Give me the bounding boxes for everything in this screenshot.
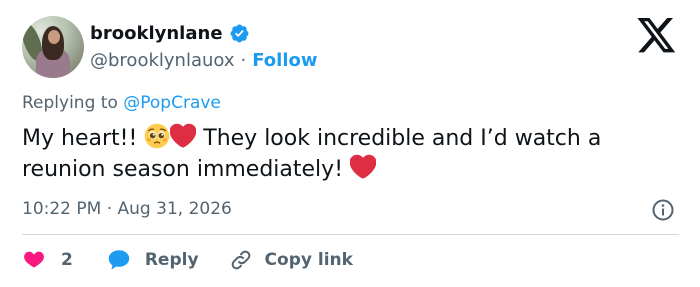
- reply-label: Reply: [144, 250, 199, 270]
- action-bar: 2 Reply Copy link: [22, 246, 353, 274]
- divider: [22, 234, 679, 235]
- avatar-face: [48, 30, 60, 44]
- copy-link-button[interactable]: Copy link: [229, 248, 353, 272]
- tweet-text: My heart!! They look incredible and I’d …: [22, 123, 682, 185]
- reply-button[interactable]: Reply: [107, 248, 199, 272]
- tweet-text-part1: My heart!!: [22, 126, 145, 151]
- tweet-timestamp[interactable]: 10:22 PM · Aug 31, 2026: [22, 199, 232, 219]
- author-handle[interactable]: @brooklynlauox: [90, 50, 235, 71]
- author-display-name[interactable]: brooklynlane: [90, 23, 223, 44]
- red-heart-icon: [350, 154, 377, 179]
- replying-to-mention-link[interactable]: @PopCrave: [123, 93, 221, 113]
- replying-to: Replying to @PopCrave: [22, 93, 221, 113]
- info-icon[interactable]: [651, 198, 675, 222]
- like-count: 2: [61, 250, 73, 270]
- reply-bubble-icon: [108, 250, 130, 270]
- replying-to-prefix: Replying to: [22, 93, 124, 113]
- verified-badge-icon: [230, 24, 248, 42]
- x-logo-icon[interactable]: [637, 18, 677, 54]
- tweet-embed-card: brooklynlane @brooklynlauox · Follow Rep…: [0, 0, 700, 287]
- author-handle-row: @brooklynlauox · Follow: [90, 48, 318, 72]
- like-button[interactable]: 2: [22, 248, 73, 272]
- heart-icon: [24, 251, 44, 268]
- avatar[interactable]: [22, 16, 84, 78]
- pleading-face-icon: [144, 123, 170, 149]
- red-heart-icon: [170, 123, 197, 148]
- follow-button[interactable]: Follow: [252, 50, 317, 71]
- separator-dot: ·: [240, 49, 247, 71]
- copy-link-label: Copy link: [264, 250, 353, 270]
- link-icon: [231, 250, 250, 270]
- author-name-row: brooklynlane: [90, 20, 250, 46]
